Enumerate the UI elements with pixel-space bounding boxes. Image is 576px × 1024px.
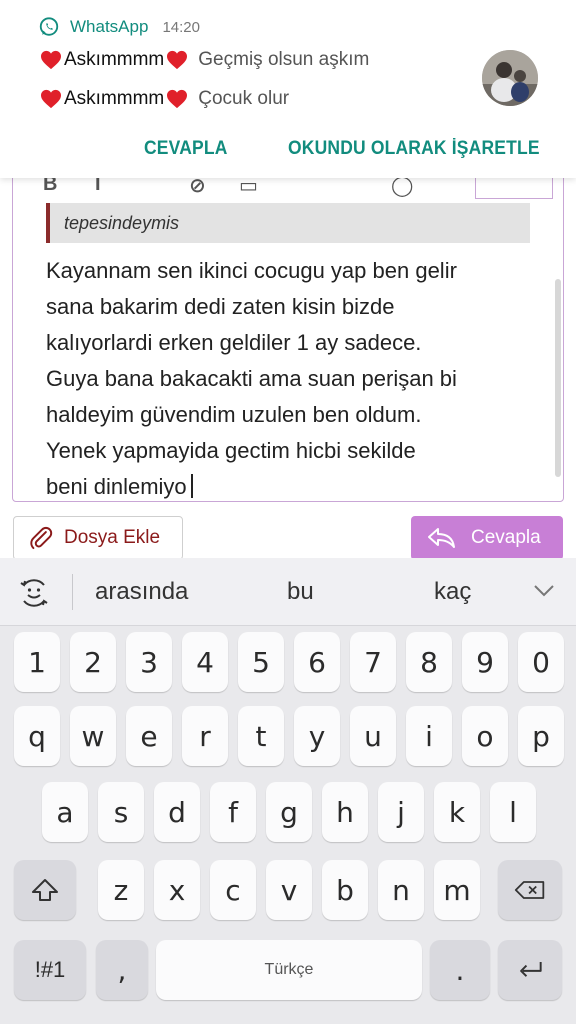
key-a[interactable]: a [42, 782, 88, 842]
key-l[interactable]: l [490, 782, 536, 842]
key-f[interactable]: f [210, 782, 256, 842]
backspace-icon [514, 881, 545, 899]
key-y[interactable]: y [294, 706, 340, 766]
reply-arrow-icon [428, 528, 455, 548]
suggestion-divider [72, 574, 73, 610]
key-u[interactable]: u [350, 706, 396, 766]
key-m[interactable]: m [434, 860, 480, 920]
key-d[interactable]: d [154, 782, 200, 842]
key-1[interactable]: 1 [14, 632, 60, 692]
heart-icon [167, 89, 188, 109]
key-q[interactable]: q [14, 706, 60, 766]
heart-icon [41, 89, 61, 109]
key-2[interactable]: 2 [70, 632, 116, 692]
suggestion-word[interactable]: bu [287, 578, 314, 606]
key-9[interactable]: 9 [462, 632, 508, 692]
key-o[interactable]: o [462, 706, 508, 766]
key-0[interactable]: 0 [518, 632, 564, 692]
contact-avatar [482, 50, 538, 106]
key-i[interactable]: i [406, 706, 452, 766]
chevron-down-icon[interactable] [532, 580, 556, 600]
comma-key[interactable]: , [96, 940, 148, 1000]
app-name: WhatsApp [70, 17, 149, 36]
key-n[interactable]: n [378, 860, 424, 920]
key-v[interactable]: v [266, 860, 312, 920]
key-g[interactable]: g [266, 782, 312, 842]
enter-key[interactable] [498, 940, 562, 1000]
space-key[interactable]: Türkçe [156, 940, 422, 1000]
emoji-icon[interactable] [16, 575, 52, 611]
message-text: Çocuk olur [198, 88, 290, 109]
paperclip-icon [30, 526, 53, 550]
notification-reply-button[interactable]: CEVAPLA [144, 138, 228, 160]
heart-icon [167, 50, 188, 70]
whatsapp-icon [39, 17, 59, 36]
key-p[interactable]: p [518, 706, 564, 766]
shift-key[interactable] [14, 860, 76, 920]
reply-editor[interactable]: B I ⊘ ▭ ◯ tepesindeymis Kayannam sen iki… [12, 150, 564, 502]
key-3[interactable]: 3 [126, 632, 172, 692]
key-7[interactable]: 7 [350, 632, 396, 692]
message-sender: Askımmmm [64, 88, 165, 109]
key-4[interactable]: 4 [182, 632, 228, 692]
key-h[interactable]: h [322, 782, 368, 842]
notification-time: 14:20 [162, 18, 200, 36]
mark-as-read-button[interactable]: OKUNDU OLARAK İŞARETLE [288, 138, 540, 160]
key-6[interactable]: 6 [294, 632, 340, 692]
reply-button[interactable]: Cevapla [411, 516, 563, 560]
key-s[interactable]: s [98, 782, 144, 842]
key-r[interactable]: r [182, 706, 228, 766]
key-z[interactable]: z [98, 860, 144, 920]
whatsapp-notification[interactable]: WhatsApp 14:20 Askımmmm Geçmiş olsun aşk… [0, 0, 576, 178]
shift-icon [32, 879, 58, 901]
attach-file-label: Dosya Ekle [64, 527, 161, 548]
key-w[interactable]: w [70, 706, 116, 766]
suggestion-word[interactable]: kaç [434, 578, 471, 606]
heart-icon [41, 50, 61, 70]
message-body-text: Kayannam sen ikinci cocugu yap ben gelir… [46, 258, 457, 499]
editor-scrollbar[interactable] [555, 279, 561, 477]
notification-header: WhatsApp 14:20 [38, 14, 200, 40]
key-t[interactable]: t [238, 706, 284, 766]
enter-icon [520, 962, 542, 977]
notification-message: Askımmmm Çocuk olur [40, 84, 289, 114]
notification-message: Askımmmm Geçmiş olsun aşkım [40, 45, 369, 75]
symbols-key[interactable]: !#1 [14, 940, 86, 1000]
on-screen-keyboard: arasında bu kaç 1 2 3 4 5 6 7 8 9 0 q w … [0, 558, 576, 1024]
attach-file-button[interactable]: Dosya Ekle [13, 516, 183, 560]
reply-button-label: Cevapla [471, 527, 541, 548]
text-caret [190, 474, 193, 498]
key-j[interactable]: j [378, 782, 424, 842]
key-k[interactable]: k [434, 782, 480, 842]
message-sender: Askımmmm [64, 49, 165, 70]
key-5[interactable]: 5 [238, 632, 284, 692]
backspace-key[interactable] [498, 860, 562, 920]
key-x[interactable]: x [154, 860, 200, 920]
key-b[interactable]: b [322, 860, 368, 920]
message-body[interactable]: Kayannam sen ikinci cocugu yap ben gelir… [46, 253, 546, 501]
quoted-text: tepesindeymis [46, 203, 530, 243]
suggestion-bar: arasında bu kaç [0, 558, 576, 626]
suggestion-word[interactable]: arasında [95, 578, 188, 606]
message-text: Geçmiş olsun aşkım [198, 49, 370, 70]
key-e[interactable]: e [126, 706, 172, 766]
key-8[interactable]: 8 [406, 632, 452, 692]
period-key[interactable]: . [430, 940, 490, 1000]
key-c[interactable]: c [210, 860, 256, 920]
